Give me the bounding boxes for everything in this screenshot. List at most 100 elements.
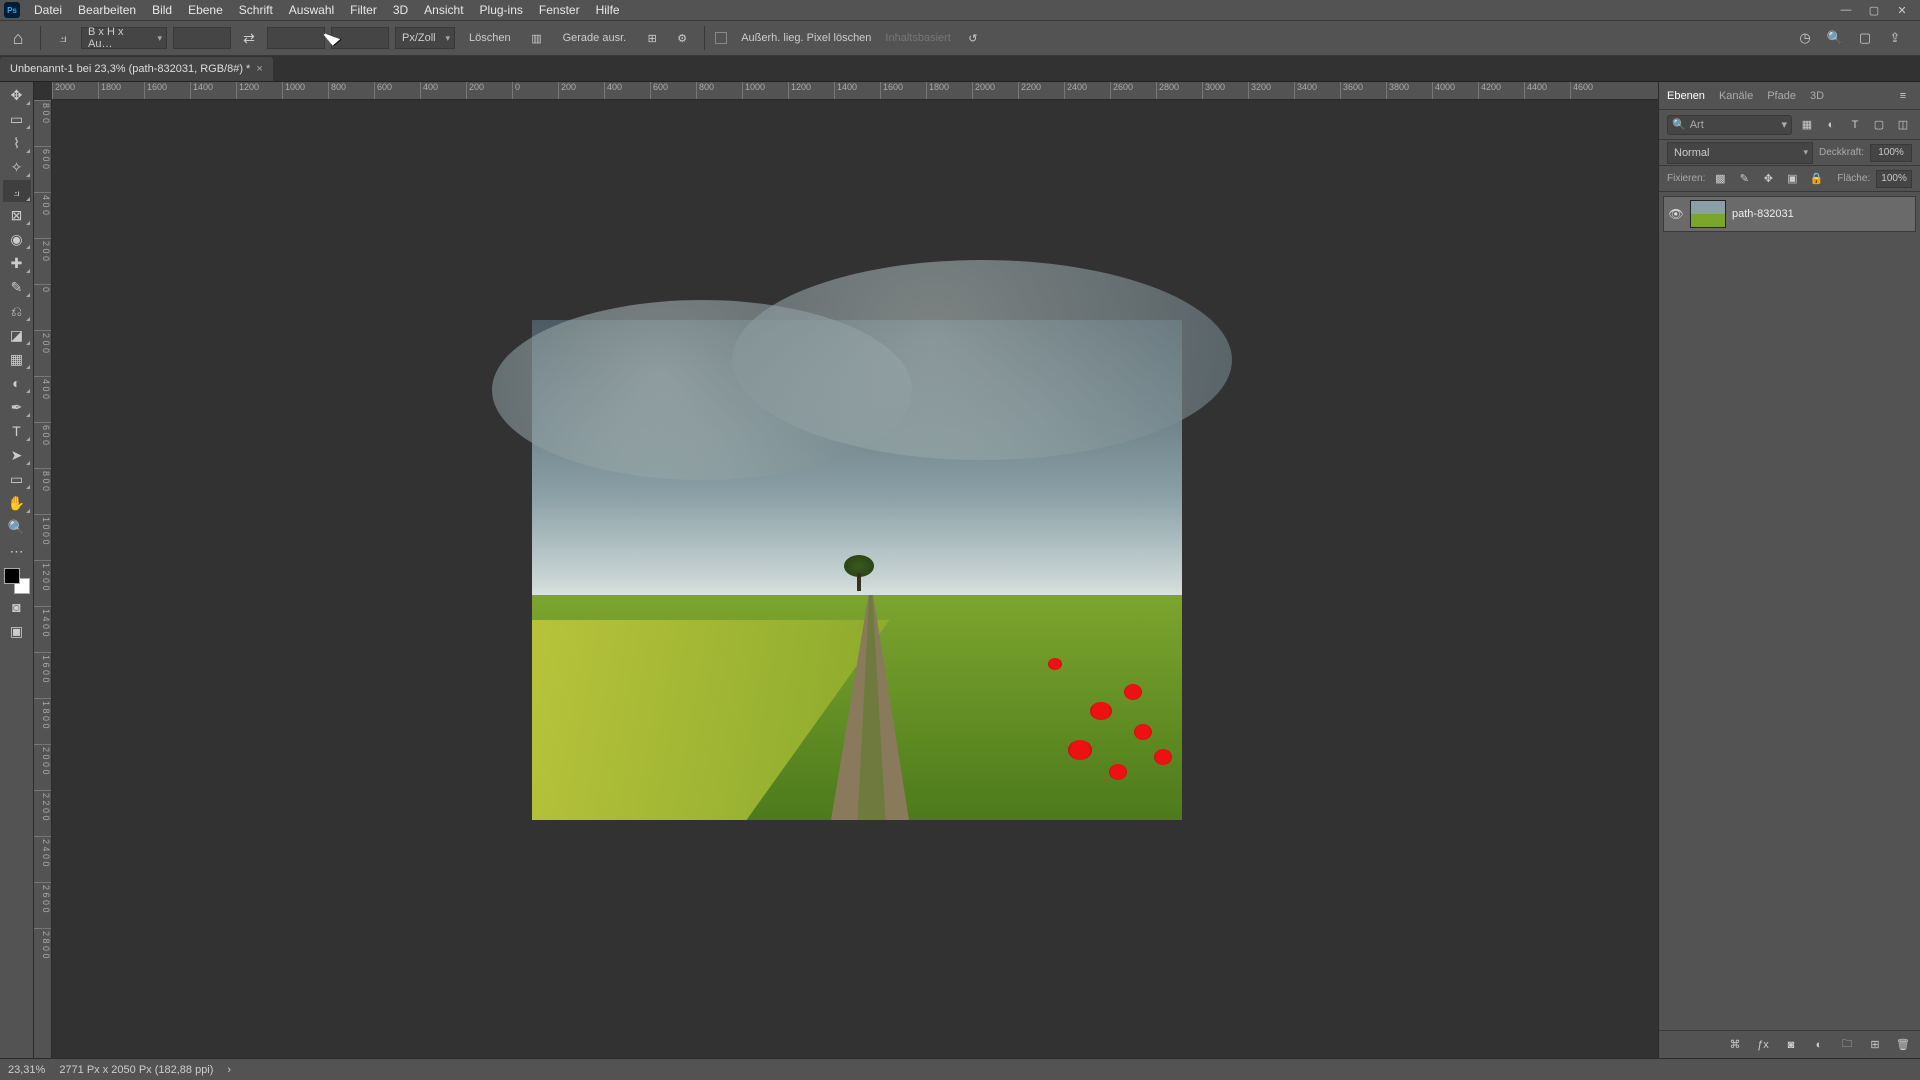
fill-value-input[interactable]: 100%	[1876, 170, 1912, 188]
menu-schrift[interactable]: Schrift	[231, 1, 281, 19]
share-icon[interactable]: ⇪	[1884, 27, 1906, 49]
eyedropper-tool[interactable]: ◉	[3, 228, 31, 250]
opacity-value-input[interactable]: 100%	[1870, 144, 1912, 162]
dodge-tool[interactable]: ◐	[3, 372, 31, 394]
swap-dimensions-button[interactable]: ⇄	[237, 26, 261, 50]
menu-bild[interactable]: Bild	[144, 1, 180, 19]
layer-filter-dropdown[interactable]: 🔍 Art ▾	[1667, 115, 1792, 135]
document-tab-close-icon[interactable]: ×	[256, 63, 262, 75]
clear-button[interactable]: Löschen	[461, 26, 519, 50]
zoom-tool[interactable]: 🔍	[3, 516, 31, 538]
menu-ansicht[interactable]: Ansicht	[416, 1, 471, 19]
tab-pfade[interactable]: Pfade	[1767, 90, 1796, 102]
overlay-grid-button[interactable]: ⊞	[640, 26, 664, 50]
crop-options-gear-icon[interactable]: ⚙	[670, 26, 694, 50]
menu-filter[interactable]: Filter	[342, 1, 385, 19]
tab-3d[interactable]: 3D	[1810, 90, 1824, 102]
menu-ebene[interactable]: Ebene	[180, 1, 231, 19]
tab-kanaele[interactable]: Kanäle	[1719, 90, 1753, 102]
screen-mode-button[interactable]: ▣	[3, 620, 31, 642]
crop-height-input[interactable]	[267, 27, 325, 49]
menu-bearbeiten[interactable]: Bearbeiten	[70, 1, 144, 19]
lock-pixels-icon[interactable]: ✎	[1735, 170, 1753, 188]
filter-pixel-icon[interactable]: ▦	[1798, 116, 1816, 134]
edit-toolbar-button[interactable]: ⋯	[3, 540, 31, 562]
adjustment-layer-icon[interactable]: ◐	[1810, 1036, 1828, 1054]
canvas-image[interactable]	[532, 320, 1182, 820]
eraser-tool[interactable]: ◪	[3, 324, 31, 346]
menu-datei[interactable]: Datei	[26, 1, 70, 19]
window-maximize-button[interactable]: ▢	[1860, 1, 1888, 19]
canvas-stage[interactable]	[52, 100, 1658, 1058]
brush-tool[interactable]: ✎	[3, 276, 31, 298]
lasso-tool[interactable]: ⌇	[3, 132, 31, 154]
delete-layer-icon[interactable]: 🗑	[1894, 1036, 1912, 1054]
lock-artboard-icon[interactable]: ▣	[1783, 170, 1801, 188]
menu-plugins[interactable]: Plug-ins	[472, 1, 531, 19]
reset-crop-button[interactable]: ↺	[961, 26, 985, 50]
zoom-level-field[interactable]: 23,31%	[8, 1064, 45, 1076]
tab-ebenen[interactable]: Ebenen	[1667, 90, 1705, 102]
new-layer-icon[interactable]: ⊞	[1866, 1036, 1884, 1054]
document-tab[interactable]: Unbenannt-1 bei 23,3% (path-832031, RGB/…	[0, 57, 273, 81]
menu-3d[interactable]: 3D	[385, 1, 416, 19]
crop-resolution-input[interactable]	[331, 27, 389, 49]
delete-cropped-checkbox[interactable]	[715, 32, 727, 44]
status-bar: 23,31% 2771 Px x 2050 Px (182,88 ppi) ›	[0, 1058, 1920, 1080]
filter-type-icon[interactable]: T	[1846, 116, 1864, 134]
layer-visibility-toggle[interactable]: 👁	[1668, 207, 1684, 221]
ruler-vertical: 8 0 06 0 04 0 02 0 002 0 04 0 06 0 08 0 …	[34, 100, 52, 1058]
home-button[interactable]	[6, 26, 30, 50]
crop-width-input[interactable]	[173, 27, 231, 49]
gradient-tool[interactable]: ▦	[3, 348, 31, 370]
workspace-icon[interactable]: ▢	[1854, 27, 1876, 49]
shape-tool[interactable]: ▭	[3, 468, 31, 490]
layer-thumbnail[interactable]	[1690, 200, 1726, 228]
menu-bar: Ps Datei Bearbeiten Bild Ebene Schrift A…	[0, 0, 1920, 20]
document-info-chevron-icon[interactable]: ›	[227, 1064, 231, 1076]
right-panel-group: Ebenen Kanäle Pfade 3D ≡ 🔍 Art ▾ ▦ ◐ T ▢…	[1658, 82, 1920, 1058]
clone-stamp-tool[interactable]: ⎌	[3, 300, 31, 322]
document-info-label[interactable]: 2771 Px x 2050 Px (182,88 ppi)	[59, 1064, 213, 1076]
blend-mode-dropdown[interactable]: Normal	[1667, 142, 1813, 164]
layer-style-icon[interactable]: ƒx	[1754, 1036, 1772, 1054]
layer-mask-icon[interactable]: ◙	[1782, 1036, 1800, 1054]
menu-auswahl[interactable]: Auswahl	[281, 1, 342, 19]
lock-all-icon[interactable]: 🔒	[1807, 170, 1825, 188]
resolution-unit-dropdown[interactable]: Px/Zoll	[395, 27, 455, 49]
quick-mask-button[interactable]: ◙	[3, 596, 31, 618]
crop-tool[interactable]: ⟓	[3, 180, 31, 202]
crop-preset-dropdown[interactable]: B x H x Au…	[81, 27, 167, 49]
straighten-icon[interactable]: ▥	[525, 26, 549, 50]
window-minimize-button[interactable]: —	[1832, 1, 1860, 19]
foreground-color-swatch[interactable]	[4, 568, 20, 584]
link-layers-icon[interactable]: ⌘	[1726, 1036, 1744, 1054]
active-tool-icon[interactable]: ⟓	[51, 26, 75, 50]
marquee-tool[interactable]: ▭	[3, 108, 31, 130]
lock-transparency-icon[interactable]: ▩	[1711, 170, 1729, 188]
window-close-button[interactable]: ✕	[1888, 1, 1916, 19]
search-icon[interactable]: 🔍	[1824, 27, 1846, 49]
color-swatches[interactable]	[4, 568, 30, 594]
filter-shape-icon[interactable]: ▢	[1870, 116, 1888, 134]
filter-adjust-icon[interactable]: ◐	[1822, 116, 1840, 134]
content-aware-label: Inhaltsbasiert	[881, 26, 954, 50]
panel-menu-icon[interactable]: ≡	[1894, 87, 1912, 105]
layer-row[interactable]: 👁 path-832031	[1663, 196, 1916, 232]
pen-tool[interactable]: ✒	[3, 396, 31, 418]
group-icon[interactable]: 🗀	[1838, 1036, 1856, 1054]
cloud-docs-icon[interactable]: ◷	[1794, 27, 1816, 49]
path-selection-tool[interactable]: ➤	[3, 444, 31, 466]
type-tool[interactable]: T	[3, 420, 31, 442]
menu-hilfe[interactable]: Hilfe	[588, 1, 628, 19]
hand-tool[interactable]: ✋	[3, 492, 31, 514]
layer-name-label[interactable]: path-832031	[1732, 208, 1794, 220]
straighten-button[interactable]: Gerade ausr.	[555, 26, 635, 50]
magic-wand-tool[interactable]: ✧	[3, 156, 31, 178]
filter-smart-icon[interactable]: ◫	[1894, 116, 1912, 134]
move-tool[interactable]: ✥	[3, 84, 31, 106]
healing-brush-tool[interactable]: ✚	[3, 252, 31, 274]
menu-fenster[interactable]: Fenster	[531, 1, 588, 19]
frame-tool[interactable]: ⊠	[3, 204, 31, 226]
lock-position-icon[interactable]: ✥	[1759, 170, 1777, 188]
